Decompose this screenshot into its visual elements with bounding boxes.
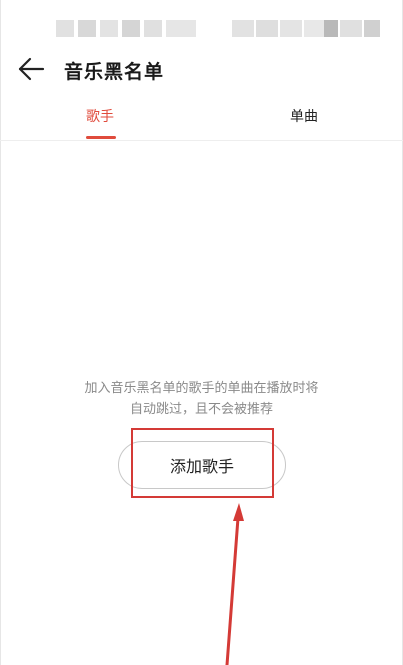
blurred-status-item [340,20,362,37]
blurred-status-item [100,20,118,37]
blurred-status-item [256,20,278,37]
status-bar [0,0,403,50]
tab-songs[interactable]: 单曲 [290,106,318,126]
blurred-status-item [280,20,302,37]
tab-bar: 歌手 单曲 [0,100,403,141]
blurred-status-item [364,20,380,37]
empty-state-message: 加入音乐黑名单的歌手的单曲在播放时将 自动跳过，且不会被推荐 [60,378,343,420]
arrow-left-icon [18,57,45,81]
empty-state-line-2: 自动跳过，且不会被推荐 [129,402,273,417]
blurred-status-item [232,20,254,37]
active-tab-indicator [86,136,116,139]
back-button[interactable] [14,54,48,84]
blurred-status-item [304,20,324,37]
blurred-status-item [324,20,338,37]
blurred-status-item [56,20,74,37]
annotation-highlight-box [131,428,274,498]
empty-state-line-1: 加入音乐黑名单的歌手的单曲在播放时将 [84,381,319,396]
page-title: 音乐黑名单 [64,61,165,83]
blurred-status-item [144,20,162,37]
blurred-status-item [78,20,96,37]
blurred-status-item [166,20,196,37]
app-header: 音乐黑名单 [0,52,403,88]
blurred-status-item [122,20,140,37]
tab-singers[interactable]: 歌手 [86,106,114,126]
